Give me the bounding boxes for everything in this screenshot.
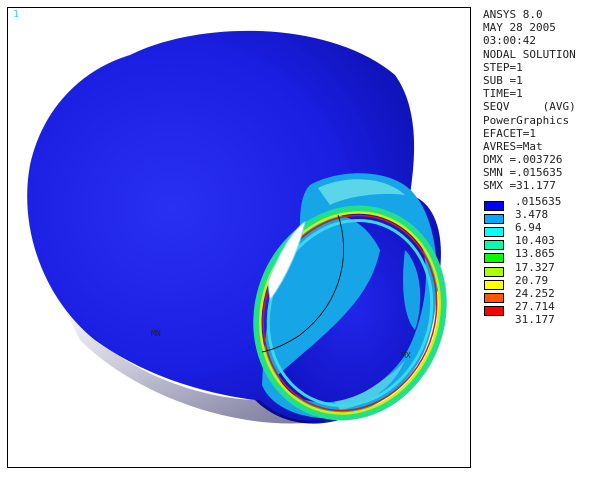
- info-line: ANSYS 8.0: [483, 8, 543, 21]
- legend-row: 24.252: [483, 286, 611, 303]
- info-line: DMX =.003726: [483, 153, 563, 167]
- legend-value: 24.252: [515, 286, 555, 300]
- legend-value: 6.94: [515, 221, 542, 234]
- legend-value: 20.79: [515, 273, 549, 287]
- info-line: NODAL SOLUTION: [483, 47, 576, 61]
- legend-row: 6.94: [483, 221, 611, 237]
- legend-value: 31.177: [515, 313, 555, 327]
- legend-row: 31.177: [483, 313, 611, 326]
- legend-row: 17.327: [483, 260, 611, 277]
- legend-panel: ANSYS 8.0 MAY 28 2005 03:00:42 NODAL SOLUTI…: [483, 8, 611, 327]
- legend-row: 3.478: [483, 207, 611, 224]
- legend-value: 10.403: [515, 234, 555, 248]
- info-line: PowerGraphics: [483, 113, 570, 127]
- info-line: SUB =1: [483, 73, 523, 87]
- info-line: AVRES=Mat: [483, 139, 543, 153]
- legend-value: 13.865: [515, 247, 555, 261]
- info-line: 03:00:42: [483, 34, 536, 48]
- legend-value: .015635: [515, 194, 562, 208]
- info-line: TIME=1: [483, 87, 523, 101]
- contour-legend: .015635 3.478 6.94 10.403 13.865 17.327 20.79 2…: [483, 195, 611, 327]
- info-line: SEQV (AVG): [483, 100, 576, 114]
- legend-value: 17.327: [515, 260, 555, 274]
- legend-value: 3.478: [515, 207, 549, 221]
- max-stress-marker: MX: [401, 351, 411, 360]
- legend-row: 13.865: [483, 247, 611, 264]
- legend-row: 10.403: [483, 234, 611, 251]
- info-line: STEP=1: [483, 60, 523, 74]
- legend-row: 27.714: [483, 300, 611, 317]
- legend-value: 27.714: [515, 300, 555, 314]
- info-line: SMX =31.177: [483, 179, 556, 193]
- min-stress-marker: MN: [151, 329, 161, 338]
- info-line: MAY 28 2005: [483, 21, 556, 35]
- legend-row: 20.79: [483, 273, 611, 290]
- info-line: SMN =.015635: [483, 166, 563, 180]
- legend-row: .015635: [483, 194, 611, 211]
- info-line: EFACET=1: [483, 126, 536, 140]
- solution-info: ANSYS 8.0 MAY 28 2005 03:00:42 NODAL SOLUTI…: [483, 8, 611, 193]
